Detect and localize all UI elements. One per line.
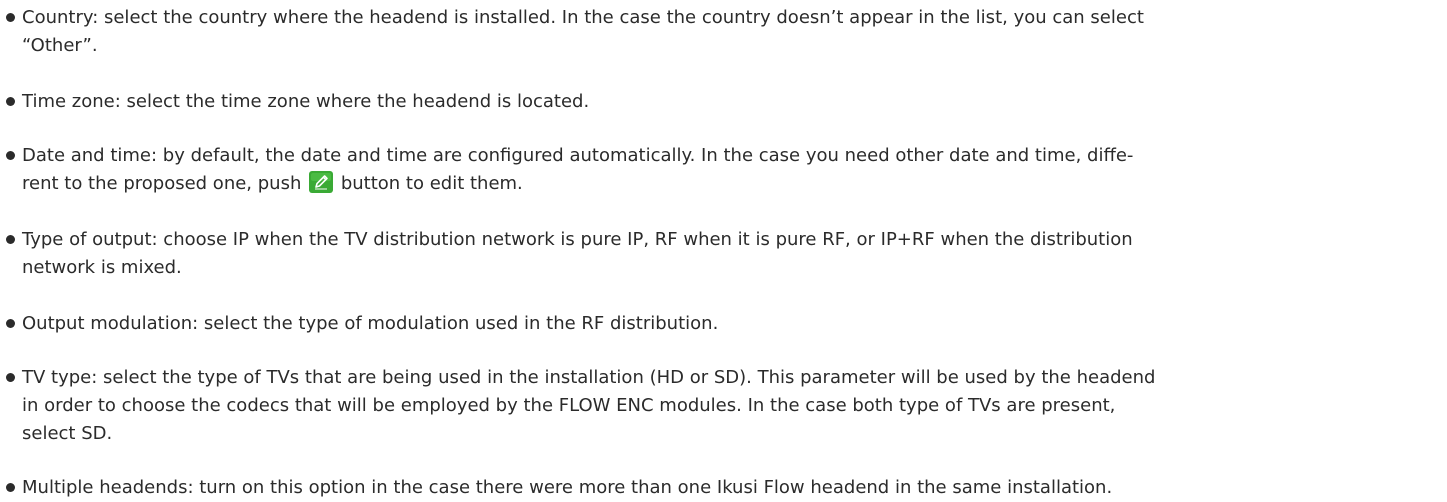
bullet-text: Multiple headends: turn on this option i…: [22, 477, 1113, 498]
bullet-dot: [6, 13, 15, 22]
bullet-dot: [6, 319, 15, 328]
bullet-text: TV type: select the type of TVs that are…: [22, 367, 1156, 444]
bullet-item-tv-type: TV type: select the type of TVs that are…: [6, 364, 1439, 448]
bullet-item-date-time: Date and time: by default, the date and …: [6, 142, 1439, 198]
bullet-item-time-zone: Time zone: select the time zone where th…: [6, 88, 1439, 116]
edit-pencil-icon: [309, 171, 334, 193]
bullet-dot: [6, 151, 15, 160]
bullet-item-type-of-output: Type of output: choose IP when the TV di…: [6, 226, 1439, 282]
bullet-dot: [6, 97, 15, 106]
bullet-text: Date and time: by default, the date and …: [6, 142, 1439, 198]
bullet-text: Output modulation: select the type of mo…: [22, 313, 719, 334]
bullet-item-multiple-headends: Multiple headends: turn on this option i…: [6, 474, 1439, 502]
bullet-item-output-modulation: Output modulation: select the type of mo…: [6, 310, 1439, 338]
bullet-text-before: Date and time: by default, the date and …: [22, 145, 1134, 194]
bullet-text-after: button to edit them.: [335, 173, 523, 194]
bullet-text: Type of output: choose IP when the TV di…: [22, 229, 1133, 278]
bullet-text: Time zone: select the time zone where th…: [22, 91, 590, 112]
bullet-dot: [6, 235, 15, 244]
bullet-item-country: Country: select the country where the he…: [6, 4, 1439, 60]
bullet-dot: [6, 373, 15, 382]
document-body: Country: select the country where the he…: [0, 0, 1447, 498]
bullet-text: Country: select the country where the he…: [22, 7, 1144, 56]
